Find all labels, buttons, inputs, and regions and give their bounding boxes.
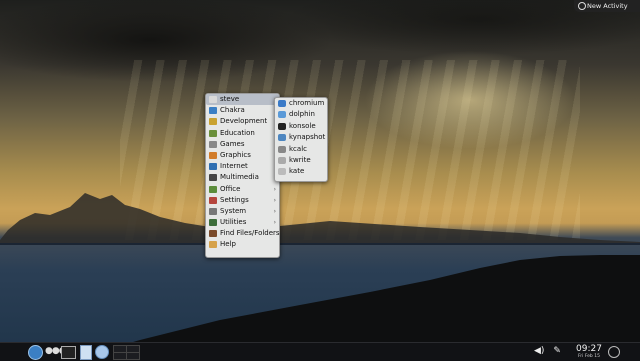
menu-item-label: Utilities — [220, 218, 247, 227]
submenu-item-label: konsole — [289, 121, 316, 130]
menu-item-utilities[interactable]: Utilities › — [206, 217, 279, 228]
menu-item-label: Help — [220, 240, 236, 249]
disc-icon[interactable] — [95, 345, 109, 359]
mountains — [0, 193, 640, 245]
network-icon[interactable]: ✎ — [553, 346, 561, 356]
menu-item-games[interactable]: Games› — [206, 139, 279, 150]
kate-icon — [278, 168, 286, 176]
office-icon — [209, 185, 217, 193]
menu-item-label: steve — [220, 95, 240, 103]
submenu-item-label: chromium — [289, 99, 325, 107]
clock-date: Fri Feb 15 — [578, 354, 600, 359]
menu-item-graphics[interactable]: Graphics› — [206, 150, 279, 161]
menu-item-help[interactable]: Help — [206, 239, 279, 250]
menu-item-internet[interactable]: Internet› — [206, 161, 279, 172]
menu-item-label: Games — [220, 139, 245, 148]
chevron-right-icon: › — [273, 219, 276, 227]
utilities-icon — [209, 219, 217, 227]
submenu-item-konsole[interactable]: konsole — [275, 121, 327, 132]
submenu-item-kate[interactable]: kate — [275, 166, 327, 177]
home-folder-icon — [209, 96, 217, 103]
pager-desktop-4[interactable] — [126, 352, 140, 360]
pager-desktop-3[interactable] — [113, 352, 127, 360]
kickoff-launcher-icon[interactable] — [28, 345, 43, 360]
menu-item-system[interactable]: System › — [206, 206, 279, 217]
application-menu: steve›Chakra›Development›Education›Games… — [205, 93, 280, 258]
graphics-icon — [209, 151, 217, 159]
submenu-item-kwrite[interactable]: kwrite — [275, 155, 327, 166]
system-tray: ◀) ✎ — [534, 346, 561, 356]
volume-icon[interactable]: ◀) — [534, 346, 544, 356]
kwrite-icon — [278, 156, 286, 164]
ksnapshot-icon — [278, 134, 286, 142]
dolphin-icon — [278, 111, 286, 119]
submenu-item-chromium[interactable]: chromium — [275, 98, 327, 109]
menu-item-label: Graphics — [220, 150, 251, 159]
menu-item-settings[interactable]: Settings › — [206, 195, 279, 206]
menu-item-label: Find Files/Folders — [220, 229, 280, 238]
submenu-item-dolphin[interactable]: dolphin — [275, 109, 327, 120]
digital-clock[interactable]: 09:27 Fri Feb 15 — [574, 344, 604, 359]
menu-item-find-files-folders[interactable]: Find Files/Folders — [206, 228, 280, 239]
activity-sun-icon — [578, 2, 586, 10]
menu-item-label: Office — [220, 184, 241, 193]
menu-item-development[interactable]: Development› — [206, 116, 279, 127]
menu-item-office[interactable]: Office › — [206, 184, 279, 195]
pager-widget[interactable] — [113, 345, 140, 360]
menu-item-label: Development — [220, 117, 268, 126]
menu-item-education[interactable]: Education› — [206, 128, 279, 139]
new-activity-button[interactable]: New Activity — [574, 0, 640, 12]
submenu-item-kcalc[interactable]: kcalc — [275, 144, 327, 155]
settings-icon — [209, 196, 217, 204]
submenu-item-label: kwrite — [289, 155, 311, 164]
submenu-item-label: kynapshot — [289, 133, 326, 142]
development-icon — [209, 118, 217, 126]
menu-item-label: Multimedia — [220, 173, 259, 182]
games-icon — [209, 140, 217, 148]
chromium-icon — [278, 100, 286, 107]
multimedia-icon — [209, 174, 217, 182]
menu-item-label: System — [220, 206, 247, 215]
find-files-icon — [209, 230, 217, 238]
menu-item-label: Internet — [220, 162, 248, 171]
chevron-right-icon: › — [273, 185, 276, 193]
submenu-item-label: kate — [289, 167, 305, 176]
menu-item-label: Settings — [220, 195, 249, 204]
new-activity-label: New Activity — [587, 2, 628, 10]
submenu-item-label: dolphin — [289, 110, 315, 119]
menu-item-label: Chakra — [220, 106, 245, 115]
steve-submenu: chromium dolphin konsole kynapshot kcalc kwri… — [274, 97, 328, 182]
chevron-right-icon: › — [273, 196, 276, 204]
submenu-item-label: kcalc — [289, 144, 307, 153]
menu-item-label: Education — [220, 128, 255, 137]
kcalc-icon — [278, 145, 286, 153]
menu-item-multimedia[interactable]: Multimedia› — [206, 172, 279, 183]
document-icon[interactable] — [80, 345, 92, 360]
terminal-icon[interactable] — [61, 346, 76, 359]
submenu-item-kynapshot[interactable]: kynapshot — [275, 132, 327, 143]
konsole-icon — [278, 122, 286, 130]
menu-item-chakra[interactable]: Chakra› — [206, 105, 279, 116]
chevron-right-icon: › — [273, 207, 276, 215]
internet-globe-icon — [209, 163, 217, 171]
taskbar-panel: ●●● ◀) ✎ 09:27 Fri Feb 15 — [0, 342, 640, 361]
clock-time: 09:27 — [576, 344, 602, 354]
menu-item-steve[interactable]: steve› — [206, 94, 279, 106]
help-icon — [209, 241, 217, 249]
chakra-icon — [209, 107, 217, 115]
cashew-icon[interactable] — [608, 346, 620, 358]
education-icon — [209, 129, 217, 137]
system-icon — [209, 207, 217, 215]
